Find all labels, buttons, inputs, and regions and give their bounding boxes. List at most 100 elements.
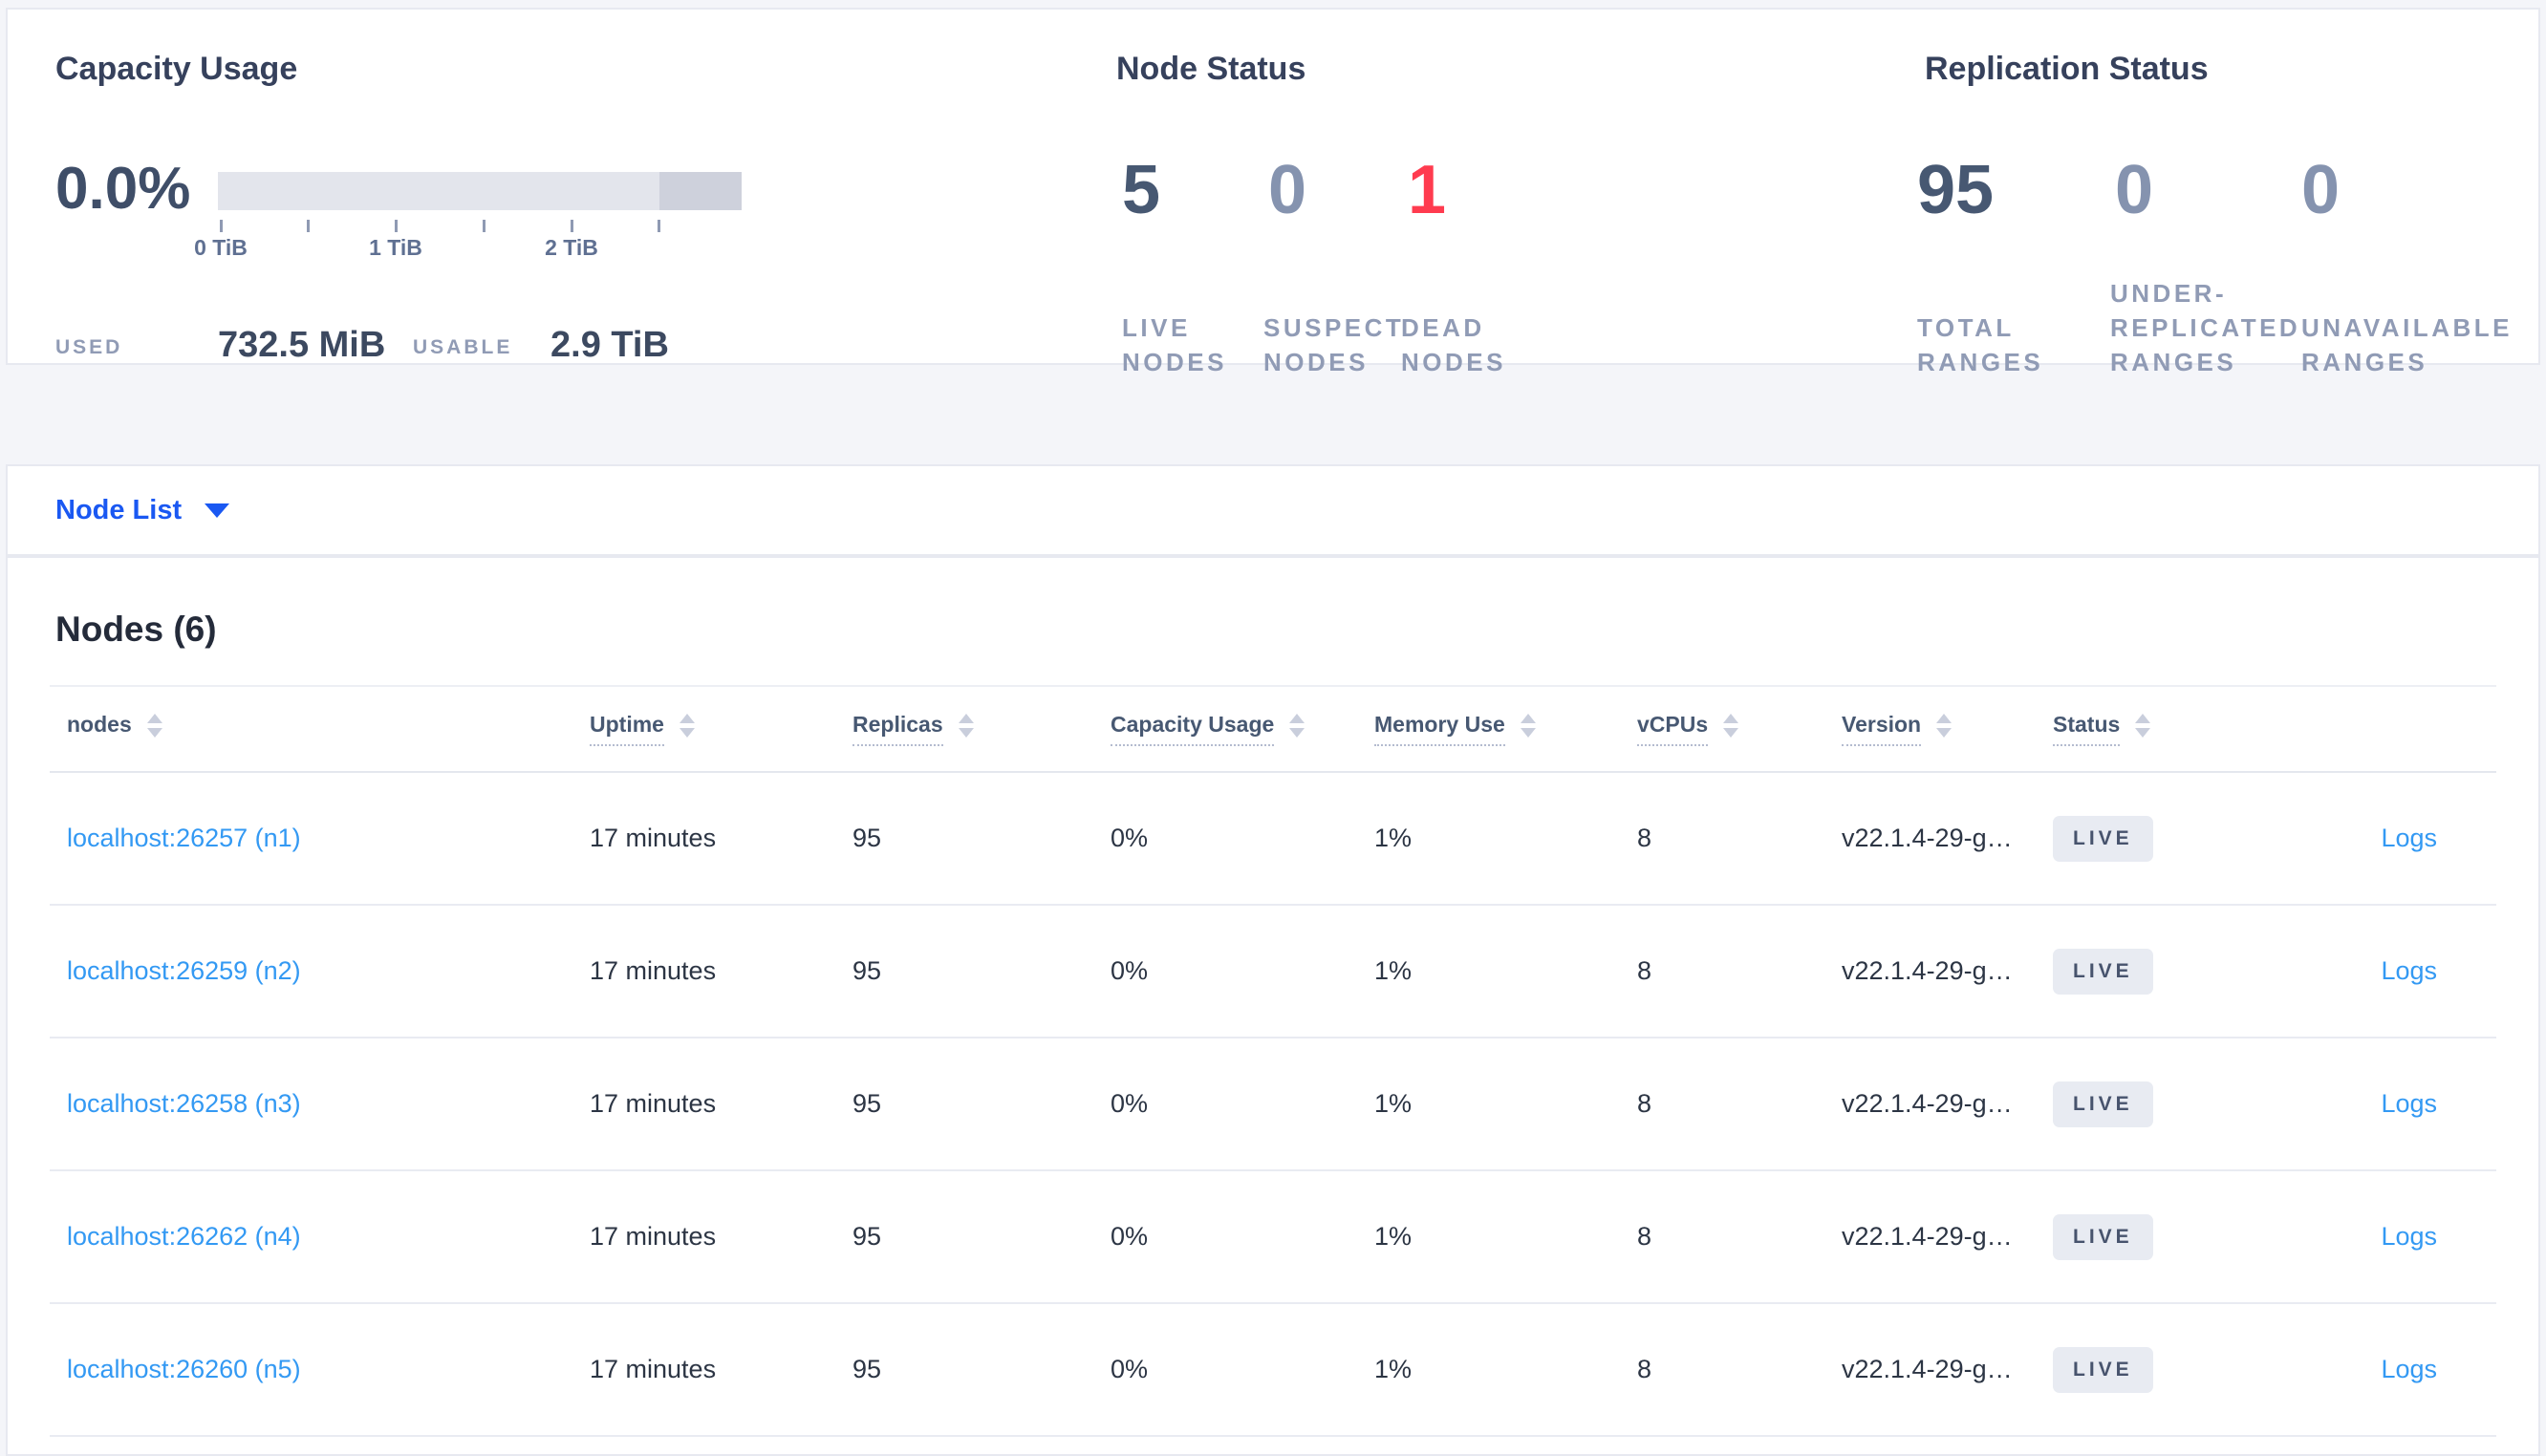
nodes-table-card: Nodes (6) nodes Uptime Replicas Capacity… (6, 556, 2540, 1456)
uptime-cell: 17 minutes (590, 824, 717, 852)
node-status-title: Node Status (1116, 51, 1306, 87)
capacity-cell: 0% (1111, 1355, 1149, 1383)
memory-cell: 1% (1374, 824, 1413, 852)
logs-link[interactable]: Logs (2381, 824, 2437, 852)
column-header-uptime[interactable]: Uptime (590, 712, 852, 746)
vcpus-cell: 8 (1637, 824, 1652, 852)
node-list-dropdown[interactable]: Node List (55, 466, 230, 554)
uptime-cell: 17 minutes (590, 1355, 717, 1383)
status-badge: LIVE (2053, 815, 2153, 862)
usable-value: 2.9 TiB (550, 325, 669, 365)
capacity-used-percent: 0.0% (55, 156, 191, 222)
logs-link[interactable]: Logs (2381, 1089, 2437, 1118)
node-address-link[interactable]: localhost:26260 (n5) (67, 1355, 301, 1383)
column-header-nodes[interactable]: nodes (67, 712, 590, 746)
status-badge: LIVE (2053, 948, 2153, 995)
sort-icon (958, 713, 974, 738)
node-address-link[interactable]: localhost:26258 (n3) (67, 1089, 301, 1118)
capacity-cell: 0% (1111, 824, 1149, 852)
uptime-cell: 17 minutes (590, 1222, 717, 1251)
capacity-tick-label: 1 TiB (369, 235, 422, 260)
dead-nodes-label: DEAD NODES (1401, 313, 1506, 376)
sort-icon (1723, 713, 1739, 738)
column-header-version[interactable]: Version (1842, 712, 2053, 746)
status-badge: LIVE (2053, 1213, 2153, 1260)
replicas-cell: 95 (852, 956, 882, 985)
sort-icon (146, 713, 162, 738)
capacity-cell: 0% (1111, 1222, 1149, 1251)
capacity-tick (395, 220, 398, 232)
logs-link[interactable]: Logs (2381, 1222, 2437, 1251)
version-cell: v22.1.4-29-g… (1842, 824, 2013, 852)
total-ranges-count: 95 (1917, 152, 1995, 228)
version-cell: v22.1.4-29-g… (1842, 1355, 2013, 1383)
suspect-nodes-count: 0 (1268, 152, 1307, 228)
capacity-cell: 0% (1111, 956, 1149, 985)
column-header-capacity-usage[interactable]: Capacity Usage (1111, 712, 1374, 746)
vcpus-cell: 8 (1637, 1355, 1652, 1383)
used-value: 732.5 MiB (218, 325, 386, 365)
suspect-nodes-label: SUSPECT NODES (1263, 313, 1405, 376)
chevron-down-icon (205, 503, 230, 518)
sort-icon (679, 713, 695, 738)
sort-icon (1936, 713, 1953, 738)
version-cell: v22.1.4-29-g… (1842, 1222, 2013, 1251)
replication-status-title: Replication Status (1925, 51, 2209, 87)
capacity-cell: 0% (1111, 1089, 1149, 1118)
capacity-meter-tail (659, 172, 742, 210)
uptime-cell: 17 minutes (590, 956, 717, 985)
uptime-cell: 17 minutes (590, 1089, 717, 1118)
usable-label: USABLE (413, 336, 513, 358)
nodes-table-header: nodes Uptime Replicas Capacity Usage Mem… (50, 685, 2496, 773)
capacity-tick-label: 0 TiB (194, 235, 248, 260)
capacity-meter: 0 TiB 1 TiB 2 TiB (194, 172, 742, 260)
vcpus-cell: 8 (1637, 956, 1652, 985)
capacity-tick (658, 220, 660, 232)
vcpus-cell: 8 (1637, 1089, 1652, 1118)
logs-link[interactable]: Logs (2381, 956, 2437, 985)
live-nodes-count: 5 (1122, 152, 1161, 228)
capacity-tick (483, 220, 485, 232)
nodes-table: nodes Uptime Replicas Capacity Usage Mem… (50, 685, 2496, 1437)
node-address-link[interactable]: localhost:26257 (n1) (67, 824, 301, 852)
unavailable-ranges-label: UNAVAILABLE RANGES (2301, 313, 2513, 376)
memory-cell: 1% (1374, 1355, 1413, 1383)
vcpus-cell: 8 (1637, 1222, 1652, 1251)
column-header-replicas[interactable]: Replicas (852, 712, 1111, 746)
node-row: localhost:26262 (n4) 17 minutes 95 0% 1%… (50, 1171, 2496, 1304)
capacity-tick (220, 220, 223, 232)
node-address-link[interactable]: localhost:26262 (n4) (67, 1222, 301, 1251)
capacity-usage-title: Capacity Usage (55, 51, 298, 87)
status-badge: LIVE (2053, 1081, 2153, 1127)
column-header-vcpus[interactable]: vCPUs (1637, 712, 1842, 746)
logs-link[interactable]: Logs (2381, 1355, 2437, 1383)
sort-icon (1289, 713, 1305, 738)
memory-cell: 1% (1374, 1089, 1413, 1118)
node-list-dropdown-label: Node List (55, 494, 183, 525)
replicas-cell: 95 (852, 1355, 882, 1383)
capacity-used-usable-row: USED 732.5 MiB USABLE 2.9 TiB (55, 325, 724, 369)
total-ranges-label: TOTAL RANGES (1917, 313, 2044, 376)
cluster-summary-bar: Capacity Usage 0.0% 0 TiB 1 TiB 2 TiB US… (6, 8, 2540, 376)
memory-cell: 1% (1374, 956, 1413, 985)
under-replicated-ranges-count: 0 (2115, 152, 2154, 228)
capacity-tick (307, 220, 310, 232)
node-row: localhost:26257 (n1) 17 minutes 95 0% 1%… (50, 773, 2496, 906)
memory-cell: 1% (1374, 1222, 1413, 1251)
column-header-status[interactable]: Status (2053, 712, 2378, 746)
column-header-memory-use[interactable]: Memory Use (1374, 712, 1637, 746)
node-address-link[interactable]: localhost:26259 (n2) (67, 956, 301, 985)
version-cell: v22.1.4-29-g… (1842, 1089, 2013, 1118)
used-label: USED (55, 336, 123, 358)
status-badge: LIVE (2053, 1346, 2153, 1393)
node-row: localhost:26258 (n3) 17 minutes 95 0% 1%… (50, 1038, 2496, 1171)
sort-icon (2135, 713, 2151, 738)
dead-nodes-count: 1 (1408, 152, 1447, 228)
replicas-cell: 95 (852, 824, 882, 852)
node-row: localhost:26259 (n2) 17 minutes 95 0% 1%… (50, 906, 2496, 1038)
unavailable-ranges-count: 0 (2301, 152, 2341, 228)
replicas-cell: 95 (852, 1089, 882, 1118)
replicas-cell: 95 (852, 1222, 882, 1251)
nodes-section-heading: Nodes (6) (55, 610, 217, 649)
version-cell: v22.1.4-29-g… (1842, 956, 2013, 985)
